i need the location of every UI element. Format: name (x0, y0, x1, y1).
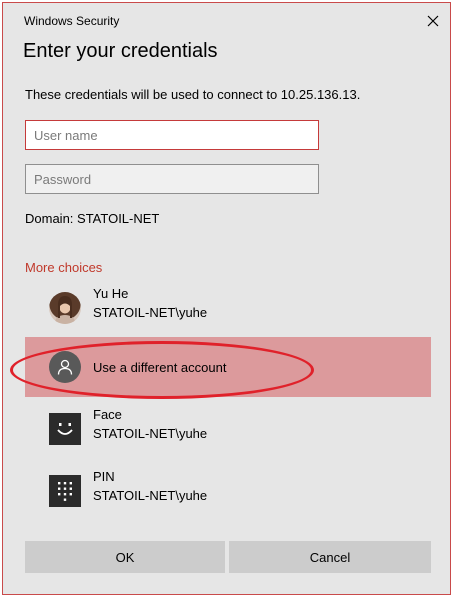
cancel-button[interactable]: Cancel (229, 541, 431, 573)
account-choice-yu-he[interactable]: Yu He STATOIL-NET\yuhe (25, 278, 431, 338)
close-icon (427, 15, 439, 27)
choice-account: STATOIL-NET\yuhe (93, 488, 208, 503)
close-button[interactable] (419, 9, 447, 33)
more-choices-link[interactable]: More choices (25, 260, 102, 275)
dialog-heading: Enter your credentials (23, 40, 218, 62)
password-input[interactable] (25, 164, 319, 194)
person-icon (49, 351, 81, 383)
choice-name: Face (93, 407, 122, 422)
choice-account: STATOIL-NET\yuhe (93, 305, 208, 320)
choice-account: STATOIL-NET\yuhe (93, 426, 208, 441)
account-choice-pin[interactable]: PIN STATOIL-NET\yuhe (25, 461, 431, 521)
face-icon (49, 413, 81, 445)
pin-keypad-icon (49, 475, 81, 507)
window-title: Windows Security (24, 14, 120, 28)
ok-button[interactable]: OK (25, 541, 225, 573)
choice-label: Use a different account (93, 360, 227, 375)
account-choice-different-account[interactable]: Use a different account (25, 337, 431, 397)
choice-name: Yu He (93, 286, 129, 301)
connection-description: These credentials will be used to connec… (25, 87, 361, 102)
username-input[interactable] (25, 120, 319, 150)
account-choice-face[interactable]: Face STATOIL-NET\yuhe (25, 399, 431, 459)
domain-label: Domain: STATOIL-NET (25, 211, 160, 226)
credentials-dialog: Windows Security Enter your credentials … (2, 2, 451, 595)
user-photo-avatar (49, 292, 81, 324)
choice-name: PIN (93, 469, 115, 484)
